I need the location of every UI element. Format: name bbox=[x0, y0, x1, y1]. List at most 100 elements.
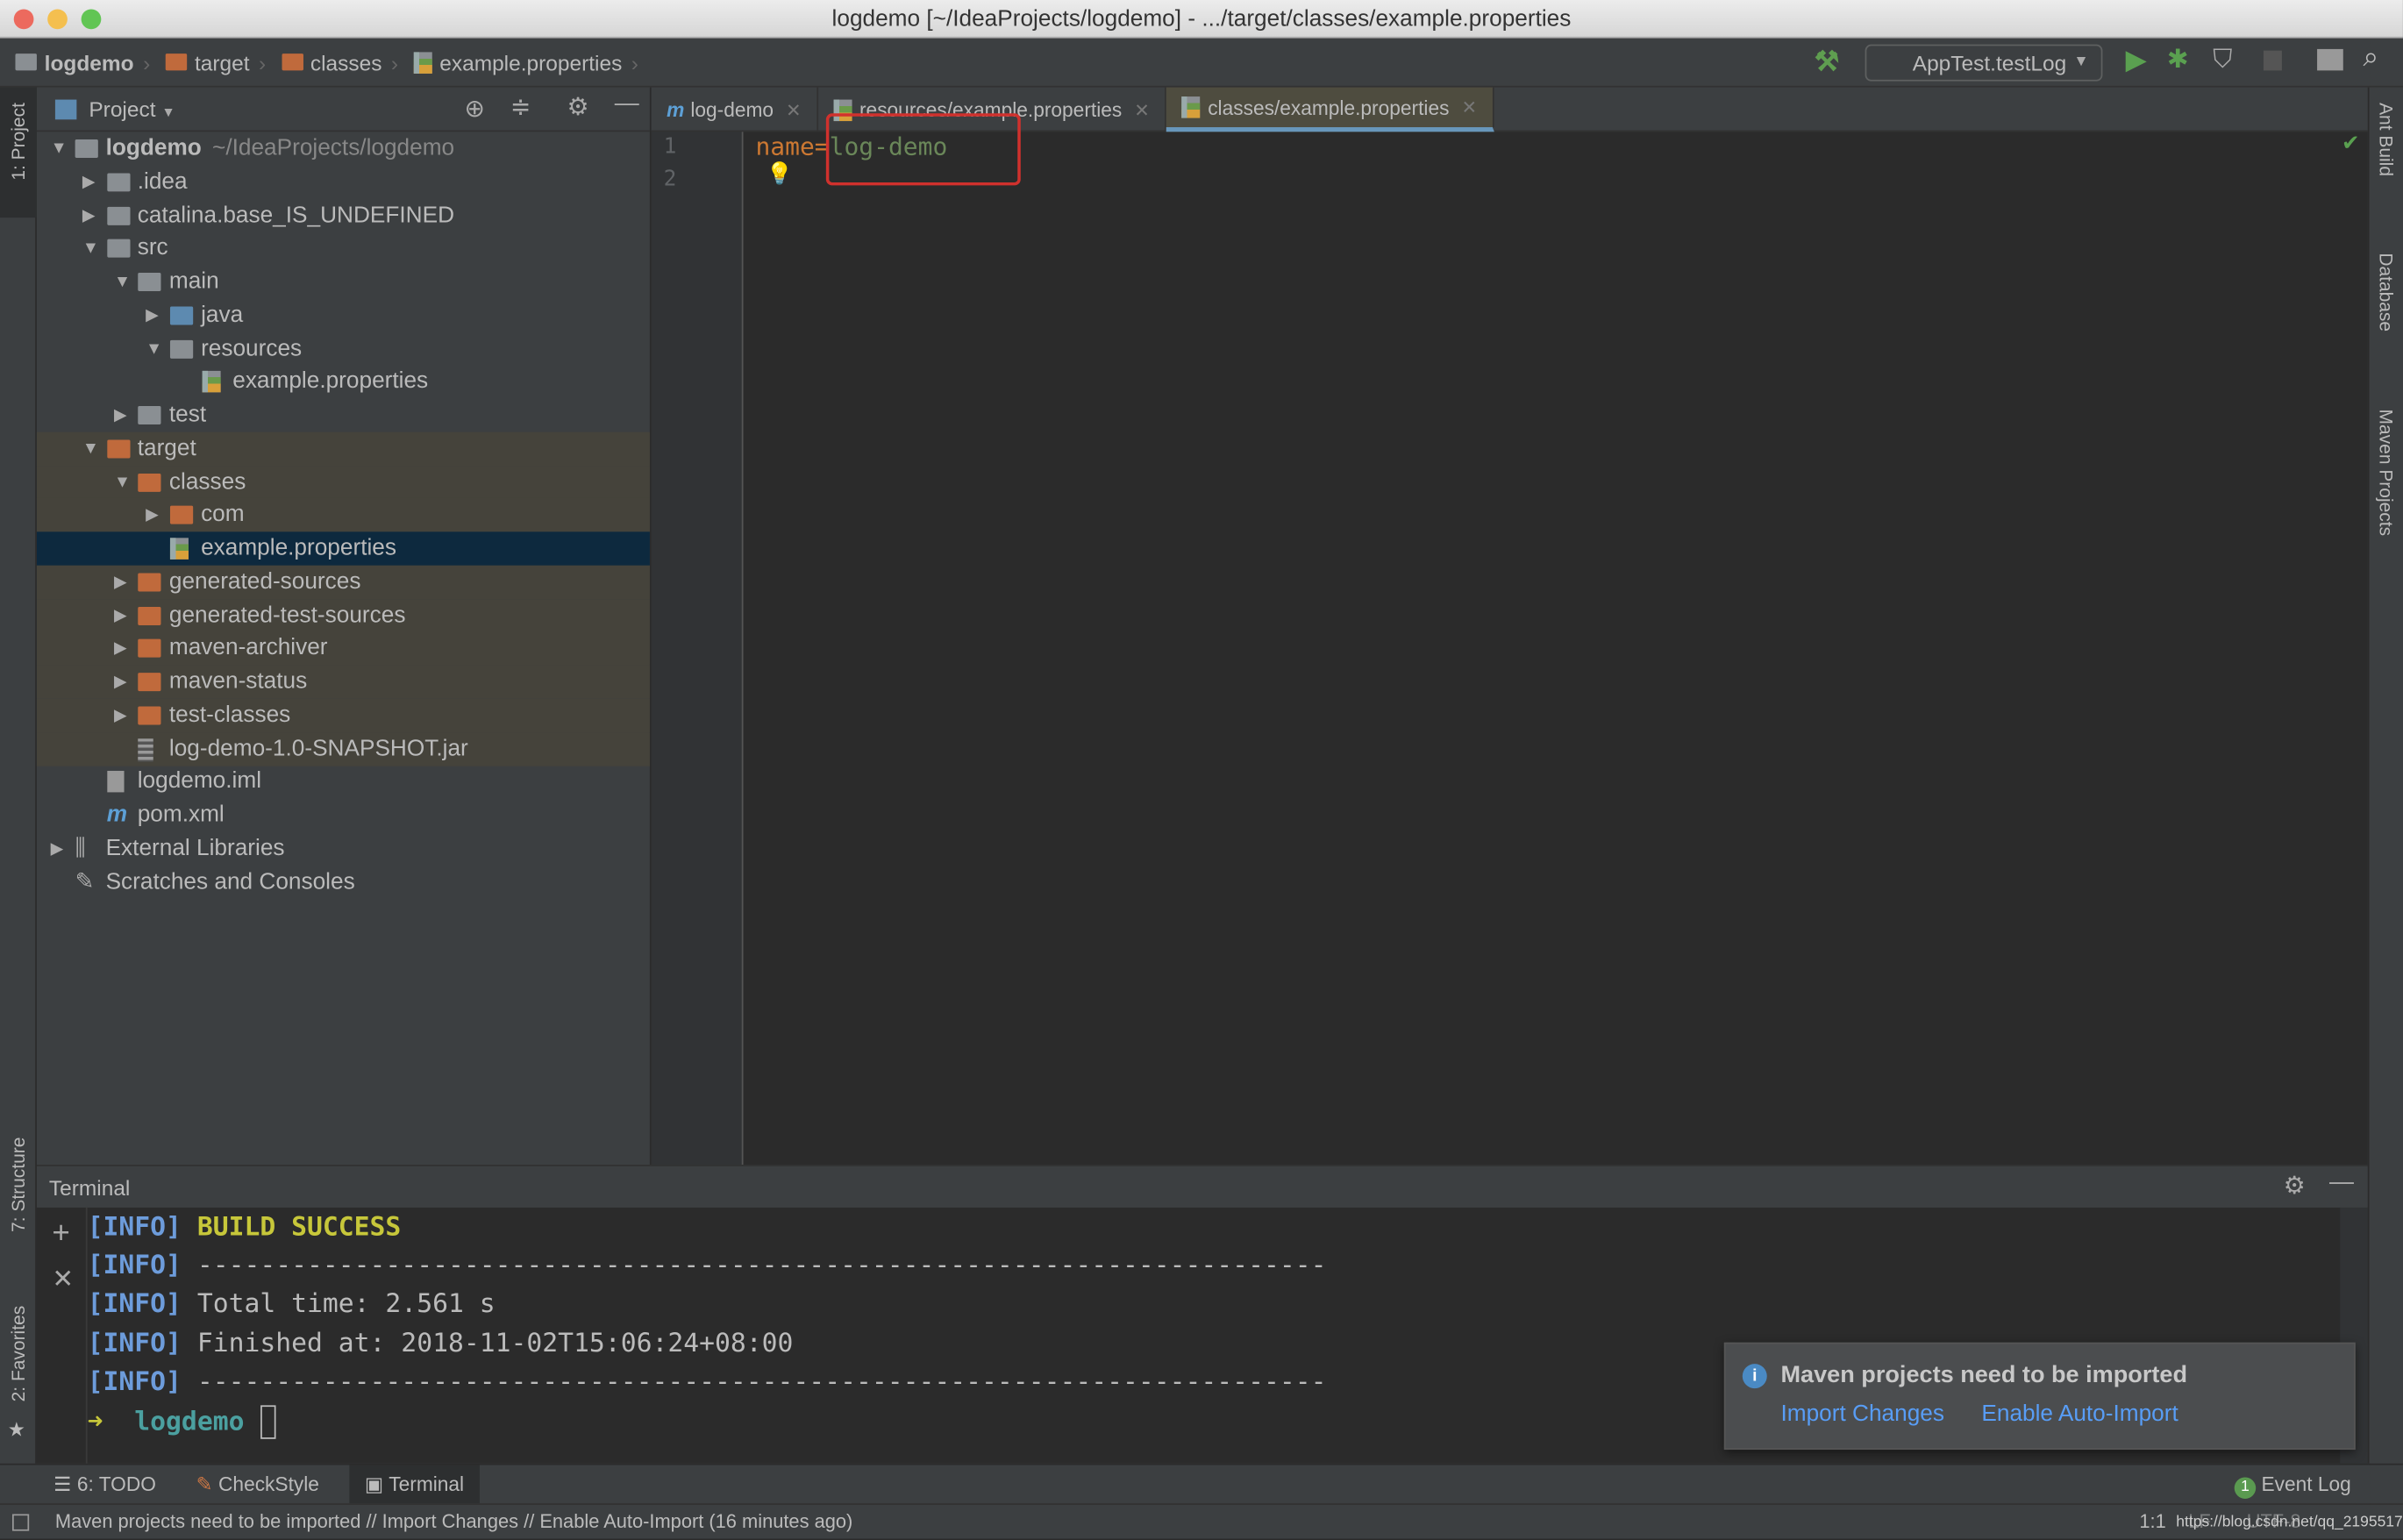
log-level: [INFO] bbox=[87, 1328, 182, 1359]
tree-item[interactable]: ▶ generated-test-sources bbox=[36, 598, 650, 632]
run-icon[interactable]: ▶ bbox=[2126, 45, 2147, 77]
tree-item[interactable]: ▶ test-classes bbox=[36, 698, 650, 732]
caret-position[interactable]: 1:1 bbox=[2139, 1505, 2165, 1540]
search-icon[interactable]: ⌕ bbox=[2363, 41, 2378, 74]
minimize-panel-icon[interactable]: — bbox=[615, 90, 639, 118]
collapsed-arrow-icon[interactable]: ▶ bbox=[114, 698, 127, 731]
tool-window-structure-button[interactable]: 7: Structure bbox=[0, 1130, 37, 1275]
close-window-button[interactable] bbox=[13, 9, 34, 30]
collapsed-arrow-icon[interactable]: ▶ bbox=[114, 665, 127, 698]
highlight-annotation-box bbox=[825, 113, 1021, 186]
tree-item[interactable]: ▼ main bbox=[37, 265, 650, 298]
project-view-dropdown[interactable]: Project ▼ bbox=[89, 96, 175, 121]
tree-item[interactable]: ✎ Scratches and Consoles bbox=[37, 865, 650, 898]
maven-icon: m bbox=[667, 97, 685, 122]
collapsed-arrow-icon[interactable]: ▶ bbox=[51, 831, 64, 865]
expanded-arrow-icon[interactable]: ▼ bbox=[146, 332, 162, 365]
log-level: [INFO] bbox=[87, 1289, 182, 1321]
tool-window-todo-button[interactable]: ☰ 6: TODO bbox=[39, 1465, 172, 1505]
debug-icon[interactable]: ✱ bbox=[2167, 45, 2189, 75]
tree-item[interactable]: ▶ maven-archiver bbox=[36, 631, 650, 666]
collapsed-arrow-icon[interactable]: ▶ bbox=[146, 498, 159, 531]
tree-item[interactable]: ▶ ⫼ External Libraries bbox=[37, 831, 650, 865]
tree-item[interactable]: logdemo.iml bbox=[37, 765, 650, 798]
expanded-arrow-icon[interactable]: ▼ bbox=[114, 265, 131, 298]
tree-item[interactable]: example.properties bbox=[36, 531, 650, 566]
minimize-window-button[interactable] bbox=[47, 9, 68, 30]
collapsed-arrow-icon[interactable]: ▶ bbox=[146, 298, 159, 332]
tree-item[interactable]: m pom.xml bbox=[37, 798, 650, 831]
close-tab-icon[interactable]: ✕ bbox=[786, 99, 802, 120]
expanded-arrow-icon[interactable]: ▼ bbox=[51, 132, 68, 165]
expanded-arrow-icon[interactable]: ▼ bbox=[82, 232, 99, 265]
tree-item[interactable]: ▶ generated-sources bbox=[36, 565, 650, 599]
tree-item[interactable]: ▶ maven-status bbox=[36, 665, 650, 699]
tool-window-maven-button[interactable]: Maven Projects bbox=[2369, 410, 2403, 578]
build-hammer-icon[interactable]: ⚒ bbox=[1815, 46, 1839, 78]
tree-item[interactable]: ▶ java bbox=[37, 298, 650, 332]
tree-item[interactable]: ▶ com bbox=[36, 498, 650, 532]
minimize-panel-icon[interactable]: — bbox=[2329, 1169, 2354, 1196]
locate-file-icon[interactable]: ⊕ bbox=[464, 94, 484, 125]
collapsed-arrow-icon[interactable]: ▶ bbox=[114, 565, 127, 598]
terminal-header: Terminal ⚙ — bbox=[36, 1166, 2368, 1208]
tool-window-terminal-button[interactable]: ▣ Terminal bbox=[349, 1465, 480, 1505]
tree-item[interactable]: log-demo-1.0-SNAPSHOT.jar bbox=[36, 731, 650, 766]
terminal-icon: ▣ bbox=[364, 1472, 389, 1496]
tree-item[interactable]: ▼ src bbox=[37, 232, 650, 265]
expanded-arrow-icon[interactable]: ▼ bbox=[114, 465, 131, 498]
tree-item[interactable]: ▶ catalina.base_IS_UNDEFINED bbox=[37, 198, 650, 232]
close-tab-icon[interactable]: ✕ bbox=[1461, 96, 1477, 118]
expanded-arrow-icon[interactable]: ▼ bbox=[82, 431, 99, 465]
coverage-icon[interactable]: ⛉ bbox=[2213, 45, 2232, 75]
run-config-dropdown[interactable]: AppTest.testLog ▼ bbox=[1865, 44, 2103, 82]
collapsed-arrow-icon[interactable]: ▶ bbox=[82, 165, 96, 198]
log-text: Finished at: 2018-11-02T15:06:24+08:00 bbox=[181, 1328, 794, 1359]
breadcrumb-classes[interactable]: classes › bbox=[281, 50, 398, 75]
gear-icon[interactable]: ⚙ bbox=[567, 92, 589, 123]
close-tab-icon[interactable]: ✕ bbox=[1134, 99, 1150, 120]
collapse-all-icon[interactable]: ≑ bbox=[510, 92, 531, 123]
terminal-line: [INFO] BUILD SUCCESS bbox=[88, 1212, 402, 1243]
import-changes-link[interactable]: Import Changes bbox=[1780, 1401, 1944, 1427]
tree-item[interactable]: ▼ resources bbox=[37, 332, 650, 365]
stop-icon[interactable] bbox=[2263, 50, 2282, 71]
tab-log-demo[interactable]: m log-demo ✕ bbox=[652, 87, 818, 132]
navigation-bar: logdemo › target › classes › example.proper… bbox=[0, 38, 2403, 88]
breadcrumb-logdemo[interactable]: logdemo › bbox=[15, 50, 150, 75]
status-message[interactable]: Maven projects need to be imported // Im… bbox=[55, 1505, 852, 1540]
project-structure-icon[interactable] bbox=[2317, 48, 2343, 71]
tree-item[interactable]: ▶ .idea bbox=[37, 165, 650, 198]
tool-window-checkstyle-button[interactable]: ✎ CheckStyle bbox=[181, 1465, 334, 1505]
breadcrumb-file[interactable]: example.properties › bbox=[413, 50, 638, 75]
tree-item[interactable]: ▼ classes bbox=[36, 465, 650, 499]
excluded-folder-icon bbox=[138, 706, 162, 725]
collapsed-arrow-icon[interactable]: ▶ bbox=[82, 198, 96, 232]
lightbulb-icon[interactable]: 💡 bbox=[767, 160, 793, 187]
tab-classes-example-properties[interactable]: classes/example.properties ✕ bbox=[1166, 87, 1494, 132]
collapsed-arrow-icon[interactable]: ▶ bbox=[114, 398, 127, 431]
tool-window-database-button[interactable]: Database bbox=[2369, 253, 2403, 375]
tree-item[interactable]: example.properties bbox=[37, 365, 650, 398]
line-number: 1 bbox=[663, 134, 677, 160]
tree-item-label: example.properties bbox=[232, 367, 429, 395]
tree-item[interactable]: ▶ test bbox=[37, 398, 650, 431]
log-text: ----------------------------------------… bbox=[181, 1251, 1327, 1282]
tool-window-favorites-button[interactable]: 2: Favorites ★ bbox=[0, 1298, 37, 1451]
event-log-button[interactable]: 1 Event Log bbox=[2219, 1465, 2366, 1505]
enable-auto-import-link[interactable]: Enable Auto-Import bbox=[1981, 1401, 2178, 1427]
tree-item[interactable]: ▼ target bbox=[36, 431, 650, 466]
tree-item-label: .idea bbox=[137, 168, 188, 195]
tree-item-label: log-demo-1.0-SNAPSHOT.jar bbox=[168, 734, 468, 761]
tree-item[interactable]: ▼ logdemo ~/IdeaProjects/logdemo bbox=[37, 132, 650, 165]
close-session-icon[interactable]: ✕ bbox=[52, 1265, 74, 1295]
toggle-tool-windows-icon[interactable] bbox=[11, 1514, 30, 1531]
collapsed-arrow-icon[interactable]: ▶ bbox=[114, 598, 127, 631]
tool-window-ant-build-button[interactable]: Ant Build bbox=[2369, 103, 2403, 225]
new-session-icon[interactable]: + bbox=[52, 1216, 69, 1251]
breadcrumb-target[interactable]: target › bbox=[165, 50, 266, 75]
collapsed-arrow-icon[interactable]: ▶ bbox=[114, 631, 127, 665]
tool-window-project-button[interactable]: 1: Project bbox=[0, 87, 37, 218]
maximize-window-button[interactable] bbox=[81, 9, 102, 30]
gear-icon[interactable]: ⚙ bbox=[2284, 1171, 2306, 1201]
